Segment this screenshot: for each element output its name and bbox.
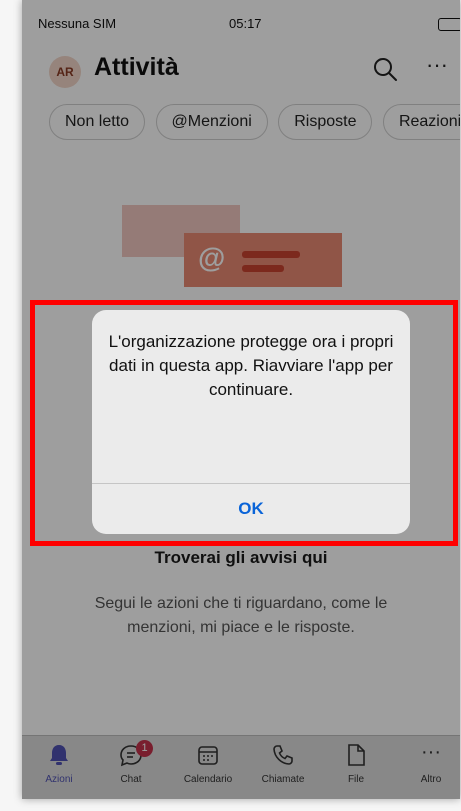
alert-message: L'organizzazione protegge ora i propri d…: [108, 332, 394, 399]
ok-button[interactable]: OK: [92, 484, 410, 534]
alert-dialog: L'organizzazione protegge ora i propri d…: [92, 310, 410, 534]
phone-screen: Nessuna SIM 05:17 AR Attività ··· Non le…: [22, 0, 460, 799]
